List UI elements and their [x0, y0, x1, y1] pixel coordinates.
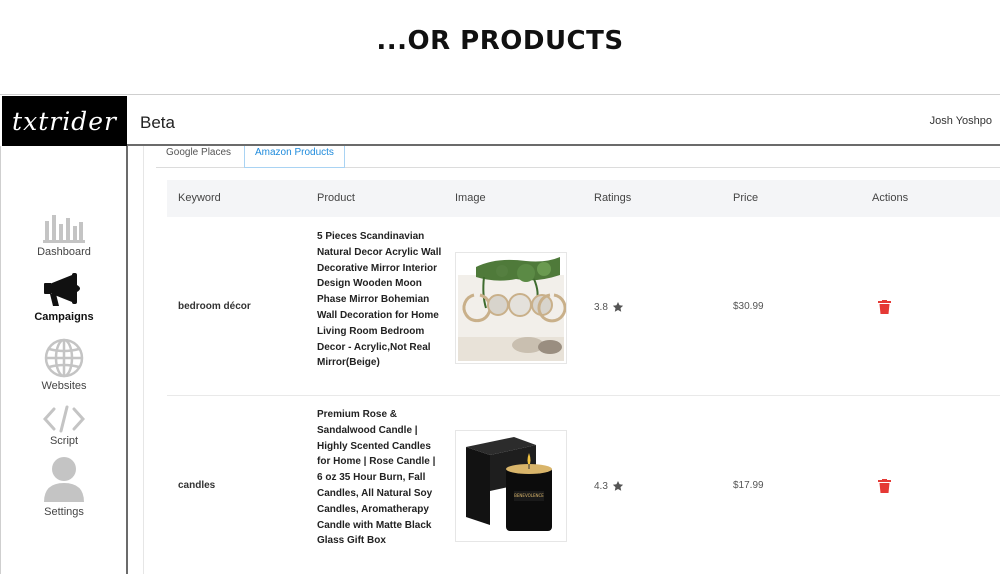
logo-text: txtrider	[12, 106, 117, 136]
rating-value: 3.8	[594, 301, 608, 313]
delete-icon[interactable]	[878, 300, 891, 314]
column-header-keyword[interactable]: Keyword	[178, 192, 221, 204]
table-row: bedroom décor 5 Pieces Scandinavian Natu…	[167, 217, 1000, 396]
star-icon	[612, 481, 624, 491]
sidebar-item-label: Script	[49, 435, 79, 447]
star-icon	[612, 302, 624, 312]
sidebar-item-label: Campaigns	[34, 311, 94, 323]
bar-chart-icon	[43, 215, 85, 243]
column-header-ratings[interactable]: Ratings	[594, 192, 631, 204]
product-title: Premium Rose & Sandalwood Candle | Highl…	[317, 409, 436, 547]
product-image	[458, 255, 567, 361]
column-header-price[interactable]: Price	[733, 192, 758, 204]
delete-icon[interactable]	[878, 479, 891, 493]
keyword-cell: bedroom décor	[178, 301, 251, 312]
price-cell: $30.99	[733, 301, 764, 312]
user-name[interactable]: Josh Yoshpo	[930, 115, 992, 127]
sidebar-item-label: Settings	[44, 506, 84, 518]
sidebar-item-campaigns[interactable]: Campaigns	[1, 273, 127, 323]
table-header: Keyword Product Image Ratings Price Acti…	[167, 180, 1000, 217]
app-window: txtrider Beta Josh Yoshpo Dashboard Camp…	[0, 94, 1000, 574]
sidebar-item-script[interactable]: Script	[1, 405, 127, 447]
sidebar-item-label: Websites	[41, 380, 87, 392]
rating-cell: 4.3	[594, 480, 624, 492]
table-row: candles Premium Rose & Sandalwood Candle…	[167, 396, 1000, 574]
sidebar-item-websites[interactable]: Websites	[1, 338, 127, 392]
tab-amazon-products[interactable]: Amazon Products	[244, 146, 345, 168]
banner-title: ...OR PRODUCTS	[376, 26, 624, 56]
column-header-product[interactable]: Product	[317, 192, 355, 204]
sidebar-item-dashboard[interactable]: Dashboard	[1, 214, 127, 258]
rating-value: 4.3	[594, 480, 608, 492]
app-title: Beta	[140, 113, 175, 132]
megaphone-icon	[44, 273, 80, 306]
black-candle-image[interactable]: BENEVOLENCE	[455, 430, 567, 542]
rating-cell: 3.8	[594, 301, 624, 313]
code-icon	[43, 405, 85, 433]
sidebar: Dashboard Campaigns Websites Script Sett…	[0, 146, 128, 574]
keyword-cell: candles	[178, 480, 216, 491]
main-content: Google Places Amazon Products Keyword Pr…	[143, 146, 1000, 574]
price-cell: $17.99	[733, 480, 764, 491]
svg-text:BENEVOLENCE: BENEVOLENCE	[514, 493, 544, 498]
tab-bar: Google Places Amazon Products	[156, 146, 1000, 168]
product-title: 5 Pieces Scandinavian Natural Decor Acry…	[317, 231, 442, 369]
products-table: Keyword Product Image Ratings Price Acti…	[167, 180, 1000, 574]
user-icon	[44, 457, 84, 502]
sidebar-item-settings[interactable]: Settings	[1, 456, 127, 518]
sidebar-item-label: Dashboard	[37, 246, 91, 258]
moon-phase-mirror-image[interactable]	[455, 252, 567, 364]
tab-google-places[interactable]: Google Places	[156, 146, 241, 169]
product-image: BENEVOLENCE	[456, 431, 566, 541]
column-header-image[interactable]: Image	[455, 192, 486, 204]
column-header-actions: Actions	[872, 192, 909, 204]
top-bar: Beta Josh Yoshpo	[127, 95, 1000, 146]
logo[interactable]: txtrider	[2, 96, 127, 146]
banner: ...OR PRODUCTS	[0, 0, 1000, 95]
globe-icon	[44, 338, 84, 378]
